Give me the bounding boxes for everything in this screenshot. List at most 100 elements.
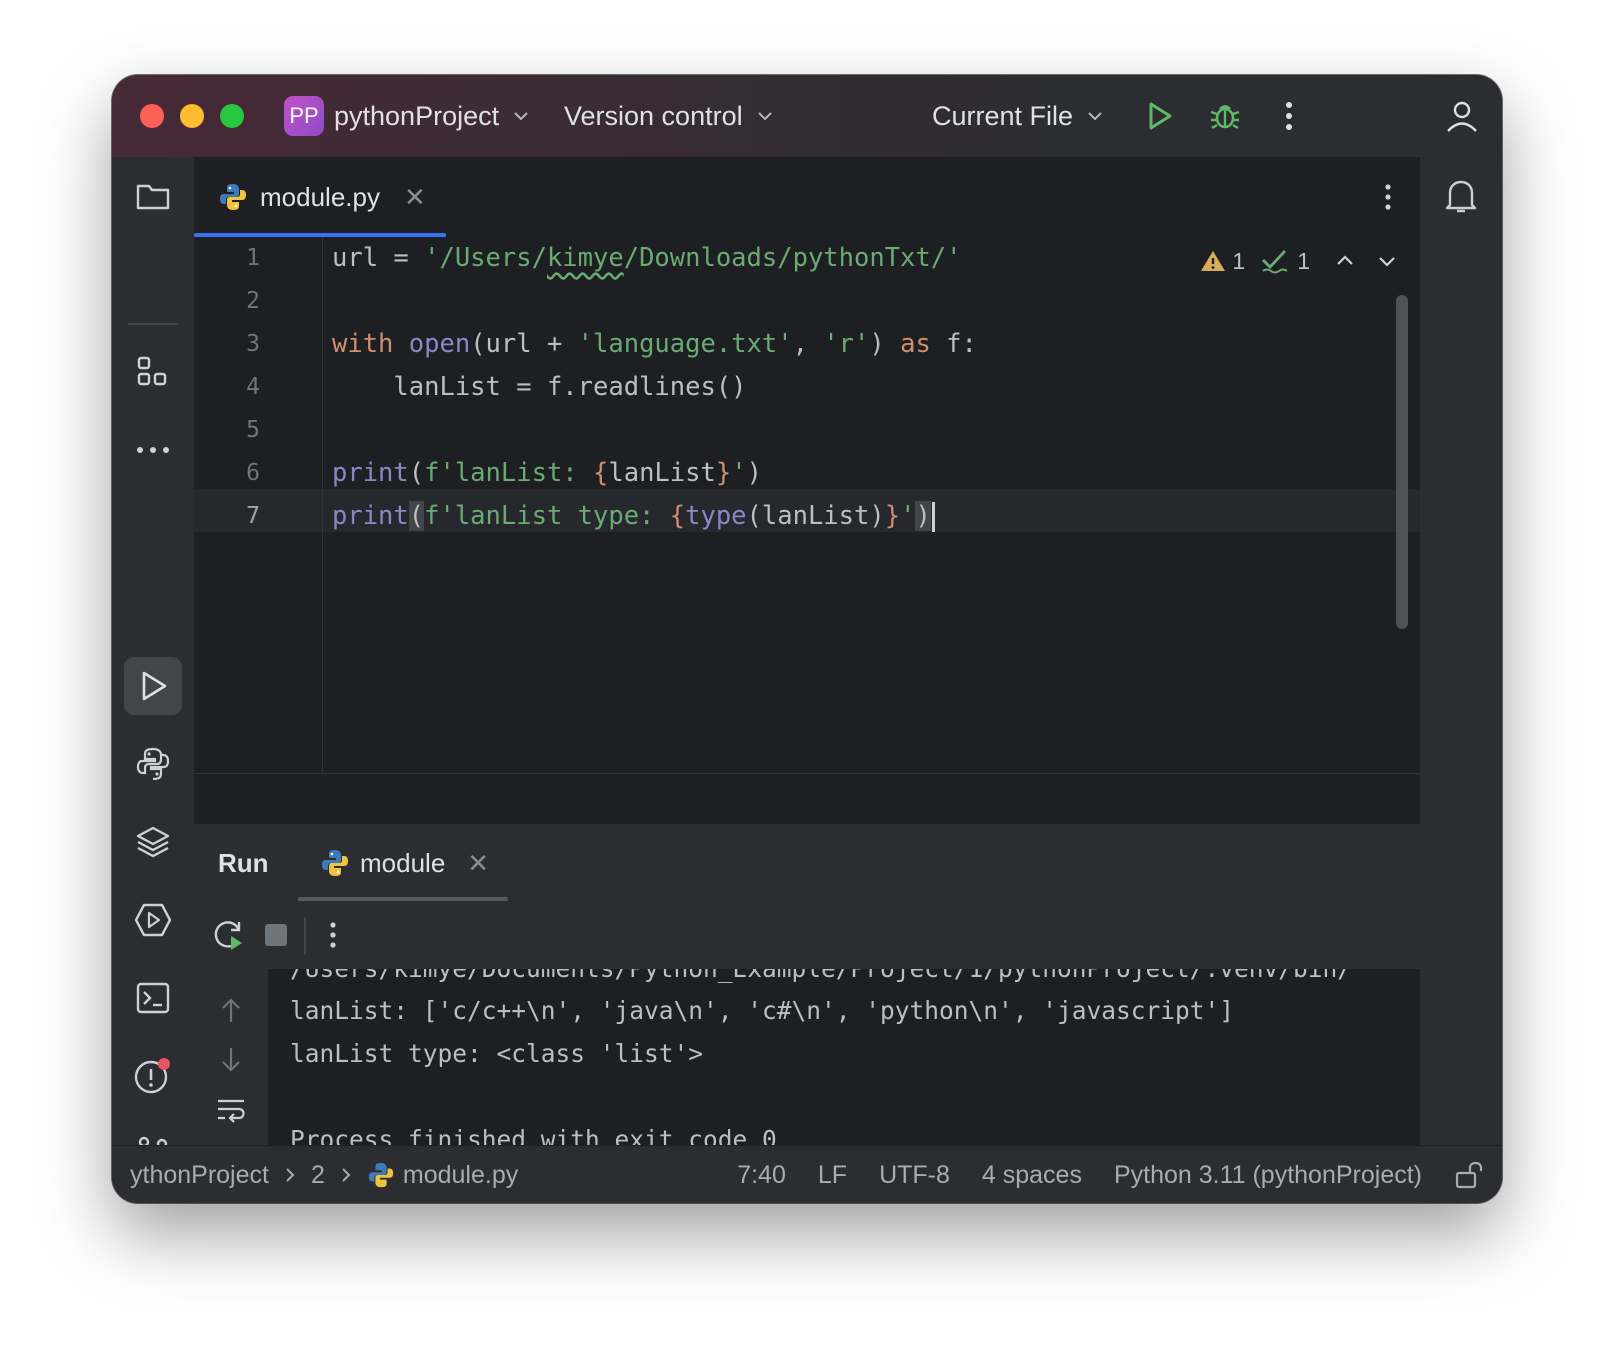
weak-warning-count: 1 [1297,247,1310,274]
code-line: with open(url + 'language.txt', 'r') as … [332,329,977,359]
stop-icon [265,924,287,946]
structure-tool-button[interactable] [124,343,182,401]
code-editor[interactable]: 1 2 3 4 5 6 7 url = '/Users/kimye/Downlo… [194,237,1420,773]
run-play-icon [142,671,167,701]
chevron-down-icon [755,106,775,126]
unlock-icon [1455,1161,1483,1189]
arrow-down-icon [222,1048,240,1072]
line-number: 4 [246,374,260,400]
breadcrumb-file[interactable]: module.py [367,1161,518,1190]
console-output-line: /Users/kimye/Documents/Python_Example/Pr… [290,969,1352,990]
weak-warning-check-icon [1262,250,1288,274]
close-tab-icon[interactable]: ✕ [467,848,489,879]
title-bar: PP pythonProject Version control Current… [112,75,1502,158]
code-line: url = '/Users/kimye/Downloads/pythonTxt/… [332,243,962,273]
file-encoding[interactable]: UTF-8 [879,1161,950,1190]
soft-wrap-button[interactable] [210,1089,252,1131]
toolbar-divider [304,917,306,955]
folder-icon [136,184,170,210]
horizontal-dots-icon [137,447,169,453]
line-number-gutter: 1 2 3 4 5 6 7 [194,237,323,773]
run-toolbar [194,901,1420,970]
run-tool-button[interactable] [124,657,182,715]
more-actions-button[interactable] [1274,75,1304,157]
caret-position[interactable]: 7:40 [737,1161,786,1190]
close-window-button[interactable] [140,104,164,128]
tool-strip-divider [128,323,178,325]
run-more-button[interactable] [318,901,348,969]
chevron-down-icon[interactable] [1376,250,1398,272]
vertical-dots-icon [1286,102,1292,130]
bell-icon [1445,180,1477,213]
terminal-icon [136,982,170,1014]
zoom-window-button[interactable] [220,104,244,128]
rerun-button[interactable] [204,901,252,969]
project-tool-button[interactable] [124,167,182,225]
python-file-icon [320,848,350,878]
run-panel-header: Run module ✕ [194,823,1420,903]
python-packages-tool-button[interactable] [124,813,182,871]
project-selector[interactable]: PP pythonProject [284,75,531,157]
line-number: 3 [246,331,260,357]
code-line: lanList = f.readlines() [393,372,747,402]
read-only-toggle[interactable] [1454,1160,1484,1190]
editor-tab-bar: module.py ✕ [194,157,1420,238]
python-interpreter[interactable]: Python 3.11 (pythonProject) [1114,1161,1422,1190]
text-caret [931,502,935,532]
version-control-label: Version control [564,100,743,131]
line-number-current: 7 [246,503,260,529]
services-tool-button[interactable] [124,891,182,949]
editor-vertical-scrollbar[interactable] [1396,295,1408,629]
debug-button[interactable] [1204,75,1246,157]
layers-icon [136,826,170,858]
breadcrumb-file-label: module.py [402,1160,519,1189]
python-file-icon [218,182,248,212]
python-console-tool-button[interactable] [124,735,182,793]
editor-tab-options-button[interactable] [1384,157,1392,237]
right-tool-strip [1419,157,1502,1145]
line-number: 2 [246,288,260,314]
notifications-button[interactable] [1432,167,1490,225]
warning-icon [1201,251,1226,271]
run-configuration-label: Current File [932,100,1074,131]
problems-icon [134,1058,170,1094]
line-number: 6 [246,460,260,486]
code-line: print(f'lanList: {lanList}') [332,458,762,488]
python-icon [136,747,170,781]
account-button[interactable] [1442,75,1482,157]
services-icon [134,903,172,937]
chevron-right-icon [286,1168,295,1182]
close-tab-icon[interactable]: ✕ [404,182,426,213]
chevron-down-icon [511,106,531,126]
line-separator[interactable]: LF [818,1161,847,1190]
minimize-window-button[interactable] [180,104,204,128]
breadcrumb: ythonProject 2 module.py [130,1146,518,1203]
problems-tool-button[interactable] [124,1047,182,1105]
more-tools-button[interactable] [124,421,182,479]
version-control-menu[interactable]: Version control [564,75,775,157]
line-number: 5 [246,417,260,443]
run-configuration-selector[interactable]: Current File [932,75,1105,157]
vertical-dots-icon [1385,184,1391,210]
editor-tab-label: module.py [260,181,380,212]
warning-count: 1 [1232,247,1246,274]
console-output-line: lanList: ['c/c++\n', 'java\n', 'c#\n', '… [290,996,1235,1025]
arrow-up-icon [222,998,240,1022]
code-line-current: print(f'lanList type: {type(lanList)}') [332,495,935,538]
breadcrumb-project[interactable]: ythonProject [130,1161,269,1190]
status-bar: ythonProject 2 module.py 7:40 LF UTF-8 4… [112,1145,1502,1203]
chevron-up-icon[interactable] [1334,250,1356,272]
stop-button[interactable] [254,901,298,969]
console-output-line: lanList type: <class 'list'> [290,1039,704,1068]
inspection-widget[interactable]: 1 1 [1200,243,1398,279]
scroll-down-button[interactable] [210,1039,252,1081]
run-console[interactable]: /Users/kimye/Documents/Python_Example/Pr… [194,969,1420,1145]
terminal-tool-button[interactable] [124,969,182,1027]
run-button[interactable] [1140,75,1180,157]
breadcrumb-folder[interactable]: 2 [311,1161,325,1190]
scroll-up-button[interactable] [210,989,252,1031]
editor-bottom-area [194,773,1420,824]
indent-setting[interactable]: 4 spaces [982,1161,1082,1190]
run-tab-module[interactable]: module ✕ [320,824,530,902]
editor-tab-module-py[interactable]: module.py ✕ [194,157,446,238]
